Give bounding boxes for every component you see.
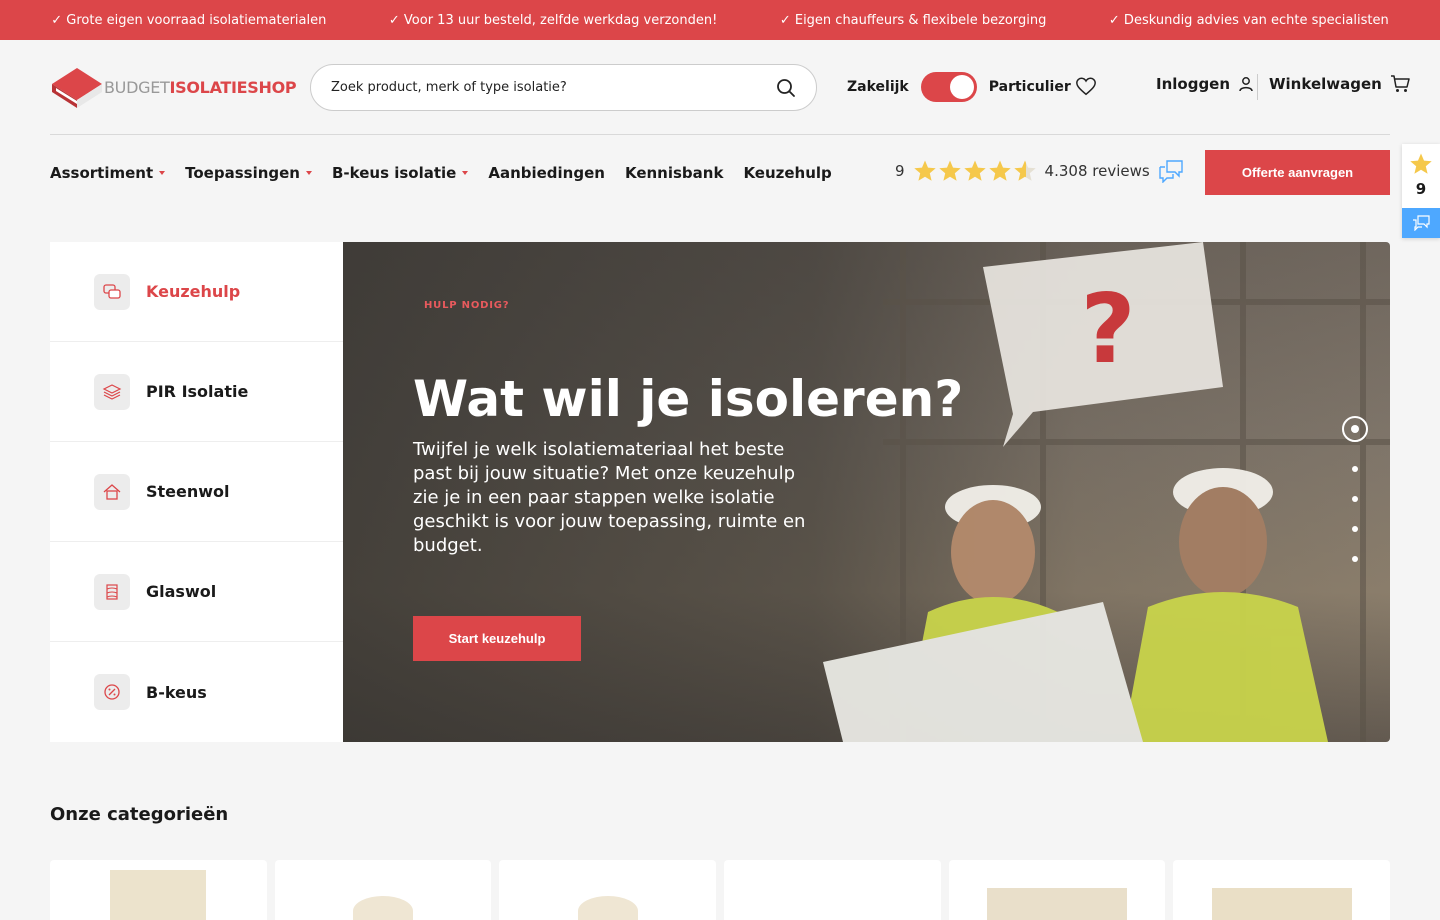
nav-item-aanbiedingen[interactable]: Aanbiedingen (488, 164, 605, 182)
slider-dot-2[interactable] (1352, 466, 1358, 472)
logo-mark-icon (52, 68, 102, 108)
side-item-label: B-keus (146, 682, 207, 702)
cart-link[interactable]: Winkelwagen (1269, 75, 1410, 93)
nav-item-label: Keuzehulp (743, 163, 832, 182)
logo[interactable]: BUDGETISOLATIESHOP (50, 64, 310, 110)
category-card[interactable] (1173, 860, 1391, 920)
slider-dot-5[interactable] (1352, 556, 1358, 562)
floating-review-badge[interactable]: 9 (1402, 144, 1440, 238)
categories-title: Onze categorieën (50, 804, 229, 825)
chat-bubbles-icon (94, 273, 130, 310)
request-quote-button[interactable]: Offerte aanvragen (1205, 150, 1390, 195)
rating-score: 9 (895, 162, 905, 180)
svg-text:?: ? (1080, 275, 1135, 385)
nav-item-keuzehulp[interactable]: Keuzehulp (743, 164, 831, 182)
category-side-menu: Keuzehulp PIR Isolatie Steenwol Glaswol … (50, 242, 343, 742)
side-item-label: Steenwol (146, 482, 230, 501)
product-image (987, 888, 1128, 920)
search-input[interactable] (331, 80, 776, 95)
nav-item-label: Kennisbank (624, 163, 724, 182)
hero-text: Twijfel je welk isolatiemateriaal het be… (413, 439, 806, 556)
start-keuzehulp-button[interactable]: Start keuzehulp (413, 616, 581, 661)
usp-item: ✓ Voor 13 uur besteld, zelfde werkdag ve… (388, 12, 718, 28)
product-image (1211, 888, 1352, 920)
search-bar (310, 64, 817, 111)
side-item-keuzehulp[interactable]: Keuzehulp (50, 242, 343, 342)
review-rating[interactable]: 9 4.308 reviews (895, 159, 1184, 183)
nav-item-toepassingen[interactable]: Toepassingen (185, 164, 312, 182)
caret-down-icon (462, 170, 469, 175)
slider-dot-1[interactable] (1342, 416, 1368, 442)
side-item-glaswol[interactable]: Glaswol (50, 542, 343, 642)
usp-item: ✓ Grote eigen voorraad isolatiemateriale… (51, 12, 327, 28)
login-label: Inloggen (1156, 75, 1231, 93)
star-icon (913, 160, 936, 181)
hero-section: Keuzehulp PIR Isolatie Steenwol Glaswol … (50, 242, 1390, 742)
review-chat-icon (1158, 160, 1183, 183)
side-item-label: PIR Isolatie (146, 382, 249, 401)
badge-score: 9 (1415, 180, 1427, 198)
caret-down-icon (305, 170, 312, 175)
review-count: 4.308 reviews (1044, 162, 1150, 180)
star-half-icon (1013, 160, 1036, 181)
toggle-label-zakelijk[interactable]: Zakelijk (847, 79, 909, 95)
search-icon[interactable] (776, 78, 796, 98)
star-icon (963, 160, 986, 181)
side-item-pir-isolatie[interactable]: PIR Isolatie (50, 342, 343, 442)
star-icon (1410, 153, 1432, 174)
nav-item-assortiment[interactable]: Assortiment (50, 163, 166, 182)
stack-icon (94, 373, 130, 410)
category-card[interactable] (274, 860, 492, 920)
star-icon (988, 160, 1011, 181)
hero-banner: ? HULP NODIG? Wat wil je isoleren? Twijf… (343, 242, 1390, 742)
cart-icon (1390, 75, 1410, 92)
toggle-label-particulier[interactable]: Particulier (989, 79, 1071, 95)
logo-text-isolatieshop: ISOLATIESHOP (169, 77, 297, 97)
side-item-steenwol[interactable]: Steenwol (50, 442, 343, 542)
header: BUDGETISOLATIESHOP Zakelijk Particulier … (50, 40, 1410, 135)
product-image (110, 870, 207, 920)
slider-dot-3[interactable] (1352, 496, 1358, 502)
customer-type-toggle: Zakelijk Particulier (847, 72, 1071, 102)
nav-item-b-keus[interactable]: B-keus isolatie (331, 163, 469, 182)
star-icon (938, 160, 961, 181)
usp-bar: ✓ Grote eigen voorraad isolatiemateriale… (0, 0, 1440, 40)
cart-label: Winkelwagen (1269, 75, 1382, 93)
slider-dot-4[interactable] (1352, 526, 1358, 532)
category-card[interactable] (499, 860, 717, 920)
nav-item-label: B-keus isolatie (331, 163, 457, 182)
nav-item-label: Toepassingen (185, 163, 300, 182)
caret-down-icon (159, 170, 166, 175)
wool-icon (94, 573, 130, 610)
usp-item: ✓ Deskundig advies van echte specialiste… (1108, 12, 1389, 28)
side-item-label: Glaswol (146, 582, 217, 601)
heart-icon[interactable] (1075, 76, 1097, 98)
nav-item-label: Assortiment (50, 163, 154, 182)
header-divider (1257, 74, 1258, 100)
main-nav: Assortiment Toepassingen B-keus isolatie… (50, 135, 1390, 210)
percent-badge-icon (94, 674, 130, 710)
category-grid (50, 860, 1391, 920)
user-icon (1239, 77, 1253, 92)
house-icon (94, 473, 130, 510)
hero-pretitle: HULP NODIG? (424, 300, 510, 311)
badge-chat[interactable] (1402, 208, 1440, 238)
chat-icon (1413, 215, 1430, 231)
customer-type-switch[interactable] (920, 72, 977, 102)
category-card[interactable] (724, 860, 941, 920)
side-item-b-keus[interactable]: B-keus (50, 642, 343, 742)
nav-item-kennisbank[interactable]: Kennisbank (625, 164, 723, 182)
category-card[interactable] (948, 860, 1166, 920)
rating-stars (913, 159, 1037, 183)
slider-dots (1342, 416, 1368, 562)
category-card[interactable] (50, 860, 267, 920)
nav-item-label: Aanbiedingen (488, 163, 605, 182)
logo-text: BUDGETISOLATIESHOP (104, 77, 297, 97)
hero-title: Wat wil je isoleren? (413, 370, 964, 428)
side-item-label: Keuzehulp (146, 282, 241, 301)
login-link[interactable]: Inloggen (1156, 75, 1254, 93)
logo-text-budget: BUDGET (104, 77, 170, 97)
toggle-knob (949, 75, 974, 99)
usp-item: ✓ Eigen chauffeurs & flexibele bezorging (779, 12, 1047, 28)
